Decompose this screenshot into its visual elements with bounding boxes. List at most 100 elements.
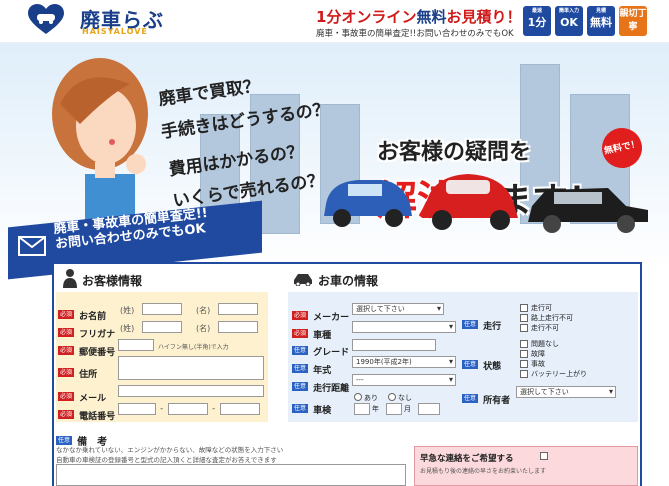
cars-illustration xyxy=(324,174,648,233)
state-option: 故障 xyxy=(531,350,545,358)
sei-label: (姓) xyxy=(120,306,135,315)
furigana-row: 必須 フリガナ xyxy=(58,322,115,341)
remarks-hint-1: なかなか乗れていない、エンジンがかからない、故障などの状態を入力下さい xyxy=(56,446,284,454)
state-broken-checkbox[interactable] xyxy=(520,350,528,358)
zip-label: 郵便番号 xyxy=(79,348,116,358)
required-badge: 必須 xyxy=(58,410,75,419)
required-badge: 必須 xyxy=(292,329,309,338)
remarks-textarea[interactable] xyxy=(56,464,406,486)
inspection-no-label: なし xyxy=(398,394,412,402)
year-unit: 年 xyxy=(372,405,379,413)
badge-easy: 簡単入力 OK xyxy=(555,6,583,36)
phone-dash: - xyxy=(212,404,216,414)
inspection-month-input[interactable] xyxy=(386,403,402,415)
phone-input-3[interactable] xyxy=(220,403,260,415)
grade-row: 任意 グレード xyxy=(292,340,349,359)
header-tagline-sub: 廃車・事故車の簡単査定!!お問い合わせのみでもOK xyxy=(316,29,514,39)
run-option: 路上走行不可 xyxy=(531,314,573,322)
year-label: 年式 xyxy=(313,366,332,376)
run-ng-checkbox[interactable] xyxy=(520,324,528,332)
customer-info-title: お客様情報 xyxy=(82,274,143,288)
urgent-contact-title: 早急な連絡をご希望する xyxy=(420,454,514,464)
inspection-row: 任意 車検 xyxy=(292,398,331,417)
phone-row: 必須 電話番号 xyxy=(58,404,115,423)
person-icon xyxy=(63,269,77,288)
address-row: 必須 住所 xyxy=(58,362,97,381)
header-tagline: 1分オンライン無料お見積り！ xyxy=(316,8,522,26)
phone-label: 電話番号 xyxy=(79,412,116,422)
mileage-row: 任意 走行距離 xyxy=(292,376,349,395)
zip-hint: ハイフン無し(半角)で入力 xyxy=(158,344,229,351)
inspection-yes-label: あり xyxy=(364,394,378,402)
run-road-ng-checkbox[interactable] xyxy=(520,314,528,322)
grade-label: グレード xyxy=(313,348,350,358)
urgent-contact-checkbox[interactable] xyxy=(540,452,548,460)
address-label: 住所 xyxy=(79,370,98,380)
run-option: 走行不可 xyxy=(531,324,559,332)
required-badge: 必須 xyxy=(58,328,75,337)
zip-input[interactable] xyxy=(118,339,154,351)
run-ok-checkbox[interactable] xyxy=(520,304,528,312)
state-ok-checkbox[interactable] xyxy=(520,340,528,348)
state-accident-checkbox[interactable] xyxy=(520,360,528,368)
state-option: バッテリー上がり xyxy=(531,370,587,378)
email-input[interactable] xyxy=(118,385,264,397)
optional-badge: 任意 xyxy=(462,360,479,369)
state-row: 任意 状態 xyxy=(462,354,501,373)
furigana-label: フリガナ xyxy=(79,330,116,340)
inspection-no-radio[interactable] xyxy=(388,393,396,401)
badge-fastest: 最速 1分 xyxy=(523,6,551,36)
optional-badge: 任意 xyxy=(292,404,309,413)
model-select[interactable] xyxy=(352,321,456,333)
optional-badge: 任意 xyxy=(292,382,309,391)
mileage-select[interactable]: --- xyxy=(352,374,456,386)
badge-kind: 親切丁寧 xyxy=(619,6,647,36)
last-name-kana-input[interactable] xyxy=(142,321,182,333)
zip-row: 必須 郵便番号 xyxy=(58,340,115,359)
logo-subtext: HAISYALOVE xyxy=(82,27,148,36)
last-name-input[interactable] xyxy=(142,303,182,315)
required-badge: 必須 xyxy=(58,346,75,355)
year-select[interactable]: 1990年(平成2年) xyxy=(352,356,456,368)
grade-input[interactable] xyxy=(352,339,436,351)
name-row: 必須 お名前 xyxy=(58,304,106,323)
maker-label: メーカー xyxy=(313,313,350,323)
name-label: お名前 xyxy=(79,312,107,322)
inspection-day-input[interactable] xyxy=(418,403,440,415)
urgent-contact-sub: お見積もり後の連絡の早さをお約束いたします xyxy=(420,468,547,475)
optional-badge: 任意 xyxy=(292,364,309,373)
site-header: 廃車らぶ HAISYALOVE 1分オンライン無料お見積り！ 廃車・事故車の簡単… xyxy=(0,0,669,44)
mei-kana-label: (名) xyxy=(196,324,211,333)
optional-badge: 任意 xyxy=(292,346,309,355)
state-option: 事故 xyxy=(531,360,545,368)
phone-input-2[interactable] xyxy=(168,403,208,415)
owner-label: 所有者 xyxy=(483,396,511,406)
state-label: 状態 xyxy=(483,362,502,372)
phone-dash: - xyxy=(160,404,164,414)
optional-badge: 任意 xyxy=(462,394,479,403)
required-badge: 必須 xyxy=(58,310,75,319)
inspection-yes-radio[interactable] xyxy=(354,393,362,401)
month-unit: 月 xyxy=(404,405,411,413)
owner-select[interactable]: 選択して下さい xyxy=(516,386,616,398)
mileage-label: 走行距離 xyxy=(313,384,350,394)
inspection-year-input[interactable] xyxy=(354,403,370,415)
address-textarea[interactable] xyxy=(118,356,264,380)
required-badge: 必須 xyxy=(58,392,75,401)
state-battery-checkbox[interactable] xyxy=(520,370,528,378)
owner-row: 任意 所有者 xyxy=(462,388,510,407)
maker-select[interactable]: 選択して下さい xyxy=(352,303,444,315)
mei-label: (名) xyxy=(196,306,211,315)
optional-badge: 任意 xyxy=(462,320,479,329)
year-row: 任意 年式 xyxy=(292,358,331,377)
heart-car-logo-icon[interactable] xyxy=(28,4,64,36)
state-option: 問題なし xyxy=(531,340,559,348)
first-name-input[interactable] xyxy=(218,303,258,315)
remarks-hint-2: 自動車の車検証の登録番号と型式の記入頂くと詳細な査定がお答えできます xyxy=(56,456,277,464)
inspection-label: 車検 xyxy=(313,406,332,416)
car-icon xyxy=(294,274,312,286)
mail-row: 必須 メール xyxy=(58,386,106,405)
hero-question: 廃車で買取？ xyxy=(157,75,262,110)
first-name-kana-input[interactable] xyxy=(218,321,258,333)
phone-input-1[interactable] xyxy=(118,403,156,415)
